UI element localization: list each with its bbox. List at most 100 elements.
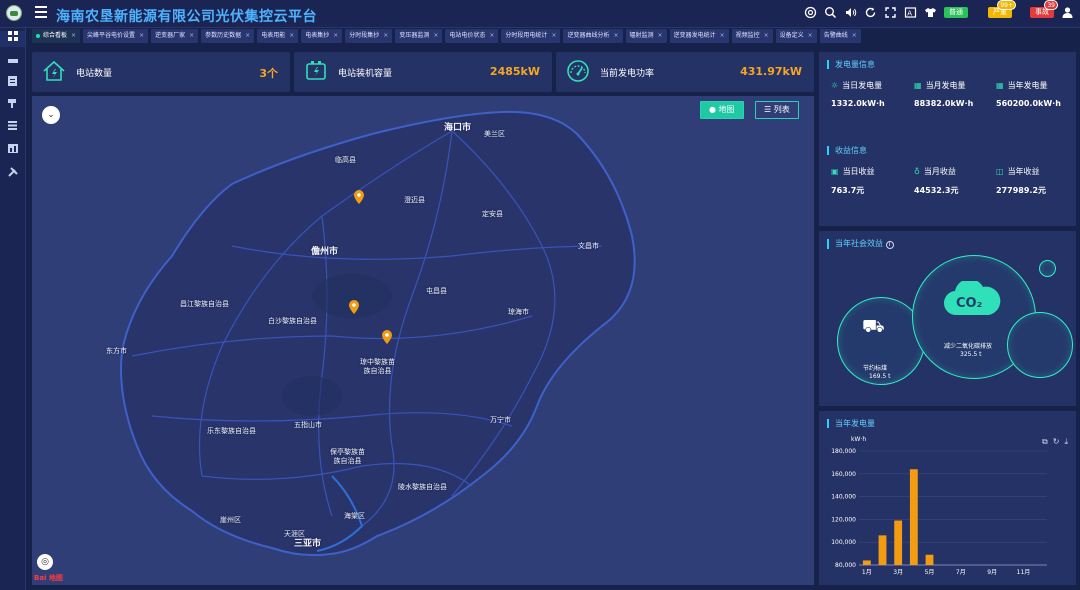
tab-label: 逆变器曲线分析 [567, 32, 610, 39]
map-place-label: 临高县 [335, 156, 356, 164]
close-icon[interactable]: × [433, 32, 438, 39]
y-tick-label: 160,000 [831, 471, 856, 478]
close-icon[interactable]: × [658, 32, 663, 39]
font-icon[interactable]: A [904, 6, 917, 19]
tab-1[interactable]: 尖峰平谷电价设置 × [83, 29, 149, 43]
tools-icon[interactable] [5, 167, 20, 180]
alarm-normal-badge[interactable]: 普通 [944, 7, 968, 18]
device-icon[interactable] [5, 56, 20, 69]
close-icon[interactable]: × [71, 32, 76, 39]
y-tick-label: 180,000 [831, 448, 856, 455]
map-view-button[interactable]: ● 地图 [700, 101, 744, 119]
decor-bubble-small [1039, 260, 1056, 277]
close-icon[interactable]: × [289, 32, 294, 39]
chart-icon[interactable] [5, 144, 20, 157]
map-panel[interactable]: ⌄ ● 地图 ☰ 列表 海口市 美兰区 临高县 澄迈县 定安县 文昌市 儋州市 屯昌县 琼海市 昌… [32, 96, 814, 585]
close-icon[interactable]: × [139, 32, 144, 39]
user-icon[interactable] [1061, 6, 1074, 19]
close-icon[interactable]: × [613, 32, 618, 39]
dashboard-icon[interactable] [0, 31, 25, 47]
close-icon[interactable]: × [764, 32, 769, 39]
info-icon[interactable]: i [885, 241, 894, 249]
tab-9[interactable]: 分时段用电统计 × [501, 29, 561, 43]
alarm-accident-badge[interactable]: 事故 39 [1030, 0, 1058, 18]
close-icon[interactable]: × [333, 32, 338, 39]
station-pin-1[interactable] [354, 190, 364, 204]
stat-card-station-count: 电站数量 3个 [32, 52, 290, 92]
stat-value: 3个 [259, 67, 278, 80]
coal-label: 节约标煤 [863, 365, 888, 372]
gen-month: ▦ 当月发电量 88382.0kW·h [914, 81, 974, 108]
social-title: 当年社会效益 i [827, 239, 894, 249]
sound-icon[interactable] [844, 6, 857, 19]
bar-chart: kW·h 80,000 100,000 120,000 140,000 160,000 18… [831, 436, 1047, 576]
generation-title: 发电量信息 [827, 60, 875, 69]
tab-10[interactable]: 逆变器曲线分析 × [563, 29, 623, 43]
tab-14[interactable]: 设备定义 × [775, 29, 817, 43]
list-icon[interactable] [5, 121, 20, 134]
close-icon[interactable]: × [551, 32, 556, 39]
rev-today: ▣ 当日收益 763.7元 [831, 167, 875, 195]
refresh-icon[interactable] [864, 6, 877, 19]
tab-6[interactable]: 分时段集抄 × [345, 29, 393, 43]
app-title: 海南农垦新能源有限公司光伏集控云平台 [56, 9, 317, 25]
map-place-label: 定安县 [482, 210, 503, 218]
list-view-button[interactable]: ☰ 列表 [755, 101, 799, 119]
bar-4月 [909, 469, 918, 565]
document-icon[interactable] [5, 76, 20, 89]
close-icon[interactable]: × [245, 32, 250, 39]
collapse-button[interactable]: ⌄ [42, 106, 60, 124]
tab-13[interactable]: 视频监控 × [731, 29, 773, 43]
map-place-label: 万宁市 [490, 416, 511, 424]
social-benefit-panel: 当年社会效益 i ⛟ 节约标煤 169.5 t CO₂ 减少二氧化碳排放 325… [819, 231, 1076, 406]
hainan-map[interactable] [32, 96, 814, 585]
camera-icon[interactable] [5, 98, 20, 111]
tab-4[interactable]: 电表用能 × [257, 29, 299, 43]
tab-5[interactable]: 电表集抄 × [301, 29, 343, 43]
tab-7[interactable]: 变压器监测 × [395, 29, 443, 43]
bar-3月 [894, 520, 903, 565]
x-tick-label: 11月 [1017, 569, 1031, 576]
locate-button[interactable]: ◎ [37, 554, 53, 570]
expand-icon[interactable] [884, 6, 897, 19]
theme-icon[interactable] [924, 6, 937, 19]
stat-label: 电站数量 [76, 69, 113, 79]
coins-icon: ◫ [996, 167, 1004, 176]
stat-value: 431.97kW [740, 65, 802, 78]
station-pin-2[interactable] [349, 300, 359, 314]
tab-label: 电表集抄 [305, 32, 330, 39]
close-icon[interactable]: × [852, 32, 857, 39]
gen-year: ▦ 当年发电量 560200.0kW·h [996, 81, 1061, 108]
tab-0[interactable]: 综合看板 × [32, 29, 81, 43]
co2-cloud-icon: CO₂ [944, 281, 1001, 316]
generation-revenue-panel: 发电量信息 ☼ 当日发电量 1332.0kW·h ▦ 当月发电量 88382.0kW·h… [819, 52, 1076, 226]
tab-label: 分时段集抄 [349, 32, 380, 39]
station-pin-3[interactable] [382, 330, 392, 344]
tab-2[interactable]: 逆变器厂家 × [151, 29, 199, 43]
menu-toggle-button[interactable] [35, 6, 47, 20]
tab-15[interactable]: 告警曲线 × [819, 29, 861, 43]
map-place-label: 海棠区 [344, 512, 365, 520]
map-place-label: 崖州区 [220, 516, 241, 524]
tab-3[interactable]: 参数历史数据 × [201, 29, 255, 43]
close-icon[interactable]: × [720, 32, 725, 39]
tab-11[interactable]: 辐射监测 × [625, 29, 667, 43]
close-icon[interactable]: × [189, 32, 194, 39]
close-icon[interactable]: × [808, 32, 813, 39]
help-icon[interactable] [804, 6, 817, 19]
close-icon[interactable]: × [489, 32, 494, 39]
tab-12[interactable]: 逆变器发电统计 × [669, 29, 729, 43]
alarm-severe-badge[interactable]: 严重 99+ [988, 0, 1016, 18]
bar-5月 [925, 554, 934, 565]
stat-label: 电站装机容量 [338, 69, 393, 79]
map-place-label: 美兰区 [484, 130, 505, 138]
search-icon[interactable] [824, 6, 837, 19]
y-axis-unit: kW·h [851, 436, 866, 443]
close-icon[interactable]: × [383, 32, 388, 39]
tab-8[interactable]: 电站电价状态 × [445, 29, 499, 43]
rev-month: ♁ 当月收益 44532.3元 [914, 167, 959, 195]
tab-label: 变压器监测 [399, 32, 430, 39]
stat-card-capacity: 电站装机容量 2485kW [294, 52, 552, 92]
sun-icon: ☼ [831, 81, 839, 90]
yearly-generation-panel: 当年发电量 ⧉ ↻ ⤓ kW·h 80,000 100,000 120,000 140,… [819, 411, 1076, 585]
